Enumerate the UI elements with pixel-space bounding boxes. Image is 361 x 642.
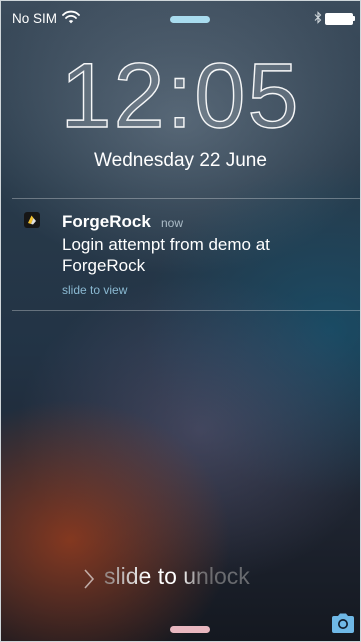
lock-screen-date: Wednesday 22 June <box>94 150 267 171</box>
notification-top-divider <box>12 198 361 199</box>
slide-to-unlock[interactable]: slide to unlock <box>0 563 361 597</box>
notification-bottom-divider <box>12 310 361 311</box>
control-center-grabber[interactable] <box>170 626 210 633</box>
status-bar: No SIM <box>0 0 361 36</box>
lock-screen-time: 12:05 <box>60 45 301 147</box>
wifi-icon <box>62 10 80 24</box>
lock-screen: No SIM 12:05 Wednesday 22 June ForgeRock… <box>0 0 361 642</box>
notification-app-name: ForgeRock <box>62 212 151 231</box>
battery-fill <box>325 13 353 25</box>
notification-message: Login attempt from demo at ForgeRock <box>62 235 270 275</box>
camera-icon[interactable] <box>330 612 356 634</box>
chevron-right-icon <box>84 569 95 589</box>
battery-icon <box>325 13 355 25</box>
notification-center-grabber[interactable] <box>170 16 210 23</box>
slide-to-view-hint: slide to view <box>62 283 128 297</box>
battery-nub <box>353 16 355 21</box>
slide-to-unlock-label: slide to unlock <box>104 563 250 589</box>
carrier-label: No SIM <box>12 11 58 26</box>
forgerock-logo-icon <box>24 212 40 228</box>
notification-card[interactable]: ForgeRock now Login attempt from demo at… <box>0 206 361 306</box>
notification-time: now <box>161 216 184 230</box>
bluetooth-icon <box>314 11 322 24</box>
